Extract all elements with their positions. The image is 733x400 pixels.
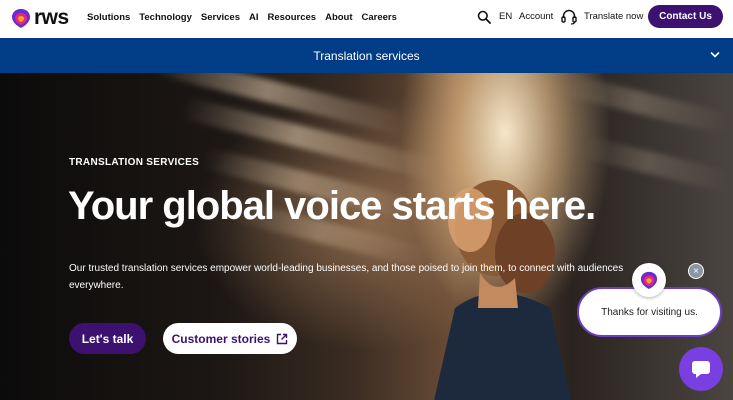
logo-text: rws xyxy=(34,6,69,29)
customer-stories-label: Customer stories xyxy=(171,331,271,346)
nav-ai[interactable]: AI xyxy=(249,12,259,23)
chat-close-button[interactable]: × xyxy=(688,263,704,279)
nav-solutions[interactable]: Solutions xyxy=(87,12,130,23)
site-header: rws Solutions Technology Services AI Res… xyxy=(0,0,733,38)
hero-description: Our trusted translation services empower… xyxy=(69,263,624,291)
translate-now-link[interactable]: Translate now xyxy=(584,11,643,22)
rws-logo-icon xyxy=(640,271,658,289)
section-nav-label: Translation services xyxy=(313,48,420,63)
chat-avatar xyxy=(632,263,666,297)
rws-logo[interactable]: rws xyxy=(11,6,69,30)
chat-icon xyxy=(692,361,710,378)
lets-talk-button[interactable]: Let's talk xyxy=(69,323,146,354)
nav-services[interactable]: Services xyxy=(201,12,240,23)
nav-technology[interactable]: Technology xyxy=(139,12,192,23)
chat-launcher-button[interactable] xyxy=(679,347,723,391)
hero-title: Your global voice starts here. xyxy=(68,184,596,228)
hero-section: TRANSLATION SERVICES Your global voice s… xyxy=(0,73,733,400)
search-icon[interactable] xyxy=(477,10,491,24)
nav-resources[interactable]: Resources xyxy=(267,12,316,23)
customer-stories-button[interactable]: Customer stories xyxy=(163,323,297,354)
external-link-icon xyxy=(277,333,288,344)
chat-greeting-text: Thanks for visiting us. xyxy=(601,306,698,318)
nav-careers[interactable]: Careers xyxy=(362,12,397,23)
nav-about[interactable]: About xyxy=(325,12,352,23)
main-nav: Solutions Technology Services AI Resourc… xyxy=(87,0,406,34)
contact-us-button[interactable]: Contact Us xyxy=(648,5,723,28)
rws-logo-icon xyxy=(12,9,30,28)
section-nav-bar[interactable]: Translation services xyxy=(0,38,733,73)
language-selector[interactable]: EN xyxy=(499,11,512,22)
headset-icon[interactable] xyxy=(561,8,577,25)
chevron-down-icon[interactable] xyxy=(710,50,720,60)
hero-eyebrow: TRANSLATION SERVICES xyxy=(69,157,200,168)
account-link[interactable]: Account xyxy=(519,11,553,22)
